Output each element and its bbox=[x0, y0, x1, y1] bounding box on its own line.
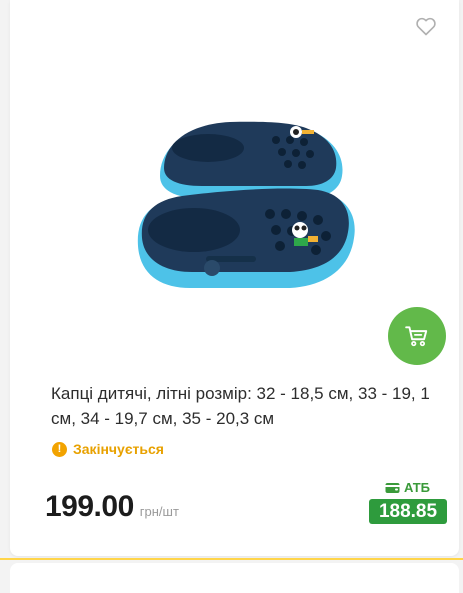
loyalty-card-name: АТБ bbox=[404, 480, 431, 495]
price: 199.00 грн/шт bbox=[45, 490, 179, 524]
front-clog bbox=[137, 188, 355, 288]
heart-outline-icon bbox=[416, 17, 436, 36]
loyalty-card-label: АТБ bbox=[385, 480, 430, 495]
wallet-icon bbox=[385, 482, 400, 493]
loyalty-card-price: 188.85 bbox=[369, 499, 447, 524]
back-clog bbox=[160, 121, 343, 198]
stock-status: ! Закінчується bbox=[52, 441, 164, 457]
product-image[interactable] bbox=[130, 118, 360, 298]
stock-status-label: Закінчується bbox=[73, 441, 164, 457]
next-product-card[interactable] bbox=[10, 563, 459, 593]
product-card[interactable]: Капці дитячі, літні розмір: 32 - 18,5 см… bbox=[10, 0, 459, 556]
price-unit: грн/шт bbox=[139, 504, 179, 519]
favorite-button[interactable] bbox=[414, 14, 438, 38]
card-separator bbox=[0, 558, 463, 560]
cart-icon bbox=[405, 326, 428, 347]
warning-icon: ! bbox=[52, 441, 67, 457]
product-title[interactable]: Капці дитячі, літні розмір: 32 - 18,5 см… bbox=[51, 381, 443, 431]
add-to-cart-button[interactable] bbox=[388, 307, 446, 365]
price-value: 199.00 bbox=[45, 490, 134, 523]
